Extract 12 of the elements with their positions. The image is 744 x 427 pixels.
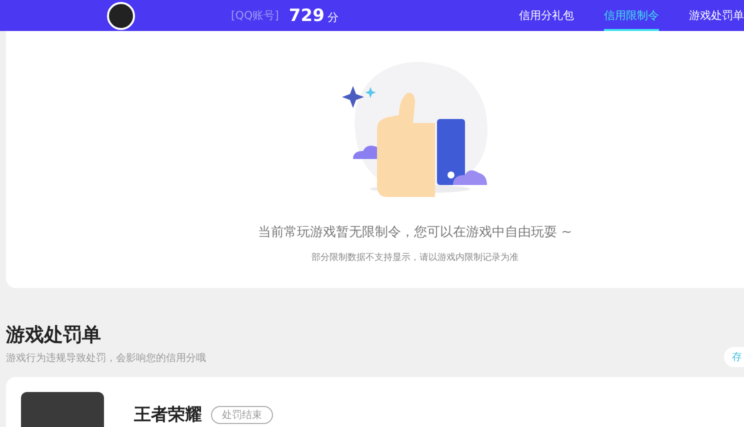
note-text: 部分限制数据不支持显示，请以游戏内限制记录为准 (312, 252, 518, 264)
status-badge: 处罚结束 (211, 406, 273, 424)
section-subtitle: 游戏行为违规导致处罚，会影响您的信用分哦 (6, 352, 206, 365)
avatar[interactable] (107, 2, 135, 30)
score-unit: 分 (327, 10, 338, 25)
section-title: 游戏处罚单 (6, 323, 102, 348)
nav-tab[interactable]: 信用分礼包 (519, 0, 574, 31)
credit-score: 729 (288, 6, 324, 26)
nav-tab[interactable]: 游戏处罚单 (689, 0, 744, 31)
account-label: [QQ账号] (231, 8, 279, 23)
game-name: 王者荣耀 (134, 404, 202, 426)
empty-message: 当前常玩游戏暂无限制令，您可以在游戏中自由玩耍 ~ (258, 224, 572, 241)
